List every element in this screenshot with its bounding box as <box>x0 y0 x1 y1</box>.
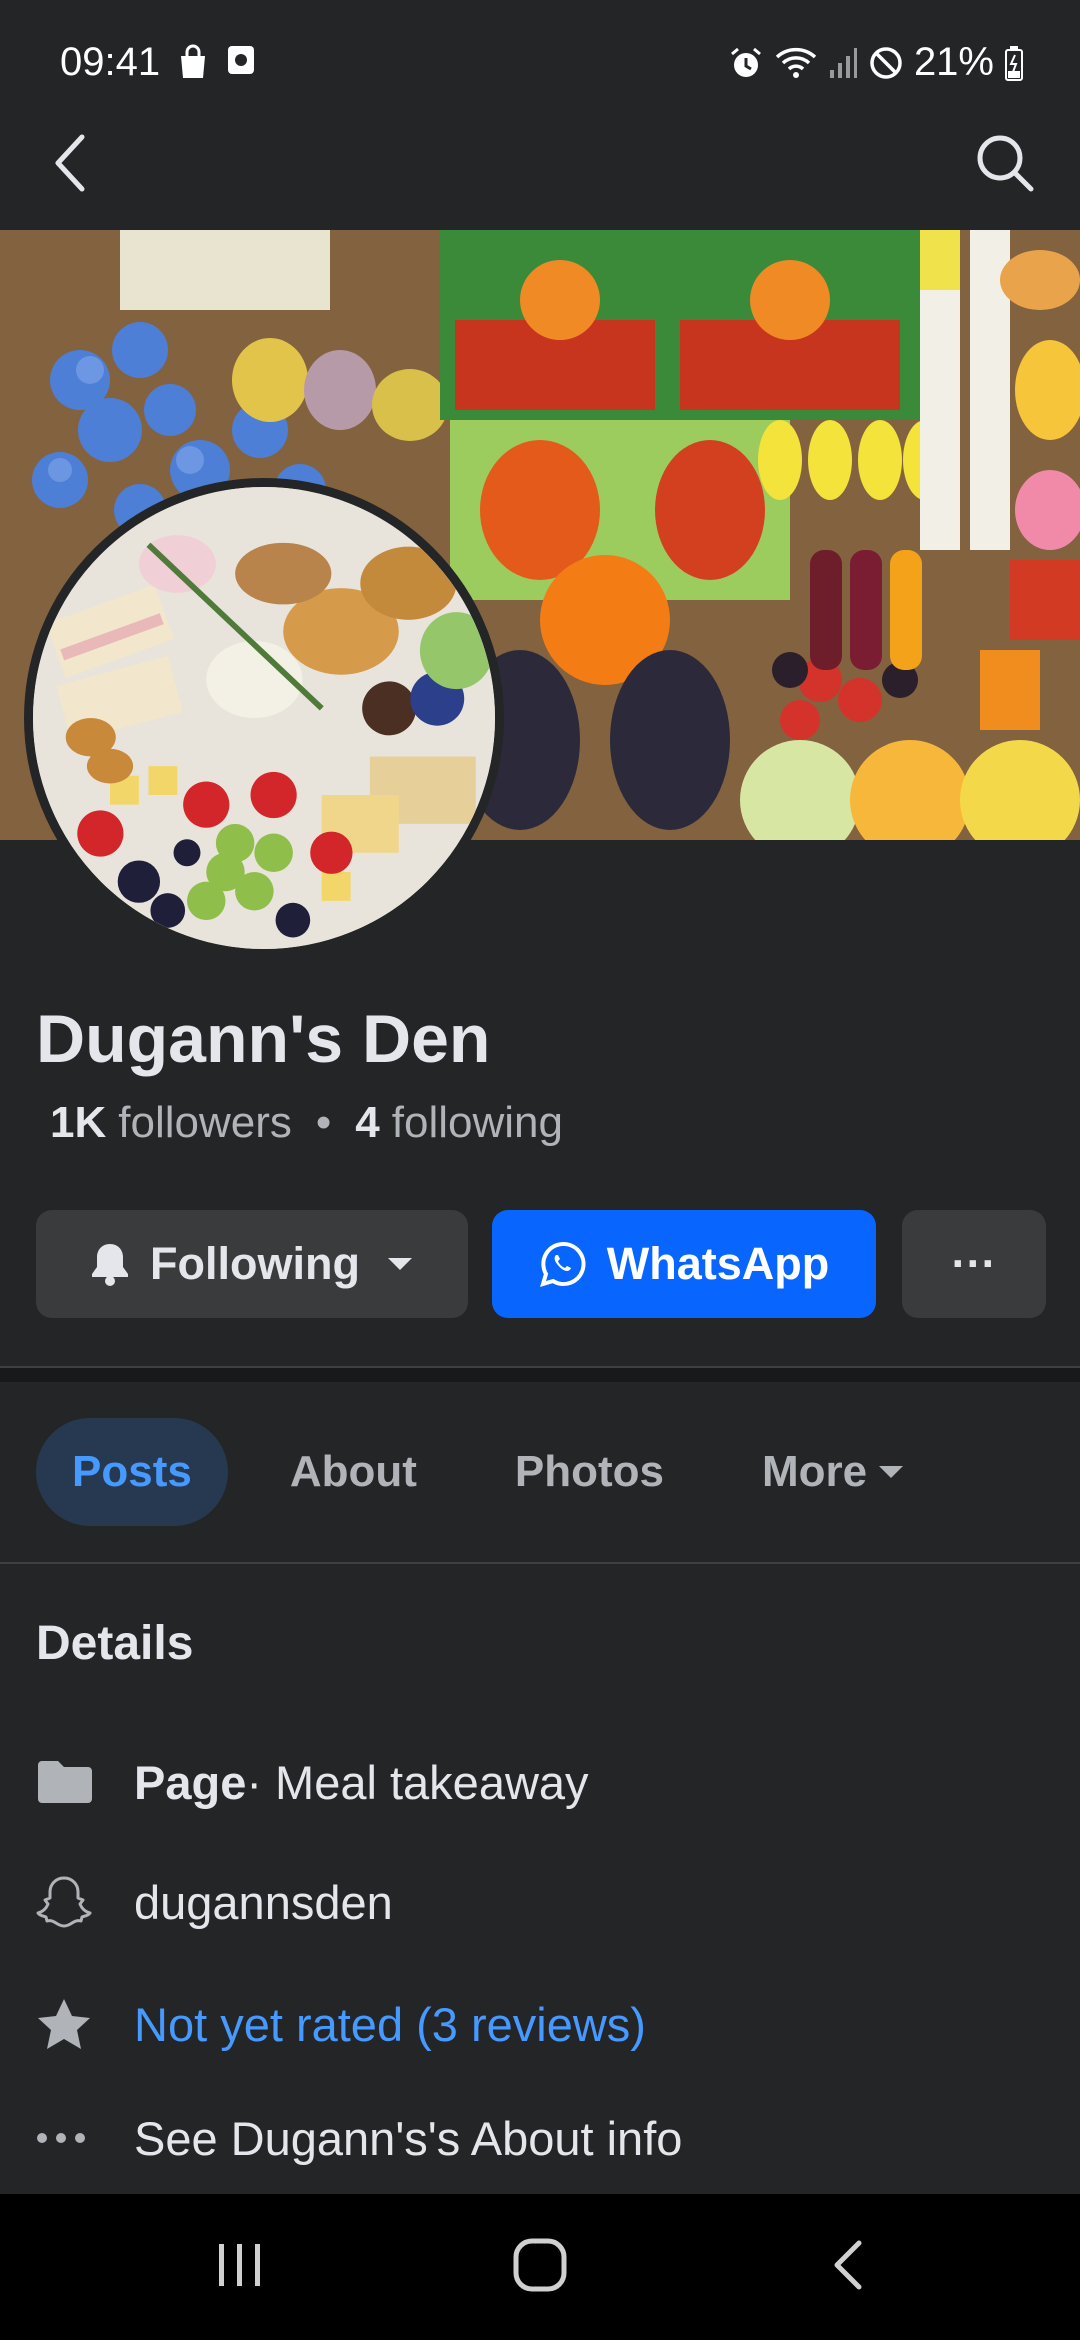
section-divider <box>0 1366 1080 1382</box>
stats-separator: • <box>315 1098 332 1147</box>
search-button[interactable] <box>970 130 1040 200</box>
rating-text: Not yet rated (3 reviews) <box>134 1997 646 2051</box>
recents-icon <box>215 2240 265 2295</box>
shopping-bag-icon <box>176 44 210 85</box>
followers-count[interactable]: 1K <box>50 1098 106 1148</box>
status-bar: 09:41 21% <box>0 0 1080 130</box>
top-nav <box>0 130 1080 230</box>
profile-avatar[interactable] <box>24 478 504 958</box>
following-label[interactable]: following <box>392 1098 563 1148</box>
bell-icon <box>90 1242 130 1286</box>
alarm-icon <box>728 45 764 81</box>
tab-photos[interactable]: Photos <box>515 1418 664 1526</box>
back-chevron-icon <box>831 2239 865 2296</box>
caret-down-icon <box>386 1256 414 1272</box>
snapchat-handle: dugannsden <box>134 1875 393 1929</box>
snapchat-icon <box>36 1874 98 1930</box>
status-time: 09:41 <box>60 40 161 84</box>
screen-record-icon <box>226 44 256 85</box>
whatsapp-icon <box>539 1240 587 1288</box>
more-options-button[interactable]: ··· <box>902 1210 1046 1318</box>
system-nav-bar <box>0 2194 1080 2340</box>
whatsapp-button[interactable]: WhatsApp <box>492 1210 876 1318</box>
tabs-divider <box>0 1562 1080 1564</box>
page-category: · Meal takeaway <box>246 1755 589 1809</box>
more-dots-icon <box>36 2132 98 2144</box>
page-title: Dugann's Den <box>36 1001 491 1077</box>
whatsapp-button-label: WhatsApp <box>606 1238 830 1289</box>
star-icon <box>36 1997 98 2051</box>
home-icon <box>512 2237 568 2298</box>
detail-page-category: Page · Meal takeaway <box>36 1742 589 1822</box>
following-button-label: Following <box>150 1238 360 1289</box>
back-arrow-icon <box>52 133 88 198</box>
system-back-button[interactable] <box>768 2194 928 2340</box>
back-button[interactable] <box>40 130 100 200</box>
ellipsis-icon: ··· <box>951 1238 997 1289</box>
profile-tabs: Posts About Photos More <box>36 1418 905 1526</box>
follow-stats: 1K followers • 4 following <box>50 1098 563 1148</box>
caret-down-icon <box>877 1464 905 1480</box>
dnd-icon <box>868 45 904 81</box>
followers-label[interactable]: followers <box>118 1098 292 1148</box>
about-info-link: See Dugann's's About info <box>134 2111 683 2165</box>
tab-more-label: More <box>762 1447 868 1496</box>
page-label: Page <box>134 1755 247 1809</box>
tab-more[interactable]: More <box>762 1418 905 1526</box>
tab-about-label: About <box>289 1447 417 1496</box>
tab-photos-label: Photos <box>514 1447 664 1496</box>
action-buttons: Following WhatsApp ··· <box>36 1210 1046 1320</box>
wifi-icon <box>774 45 818 81</box>
home-button[interactable] <box>460 2194 620 2340</box>
recents-button[interactable] <box>160 2194 320 2340</box>
tab-posts-label: Posts <box>72 1447 192 1496</box>
battery-icon <box>1004 45 1024 81</box>
signal-icon <box>828 46 858 80</box>
page-flag-icon <box>36 1759 98 1805</box>
tab-about[interactable]: About <box>290 1418 417 1526</box>
search-icon <box>976 134 1034 197</box>
detail-snapchat[interactable]: dugannsden <box>36 1862 393 1942</box>
detail-rating[interactable]: Not yet rated (3 reviews) <box>36 1984 646 2064</box>
following-count[interactable]: 4 <box>355 1098 379 1148</box>
detail-about-info[interactable]: See Dugann's's About info <box>36 2098 682 2178</box>
details-heading: Details <box>36 1617 194 1670</box>
tab-posts[interactable]: Posts <box>36 1418 228 1526</box>
battery-percent: 21% <box>913 40 994 84</box>
following-button[interactable]: Following <box>36 1210 468 1318</box>
